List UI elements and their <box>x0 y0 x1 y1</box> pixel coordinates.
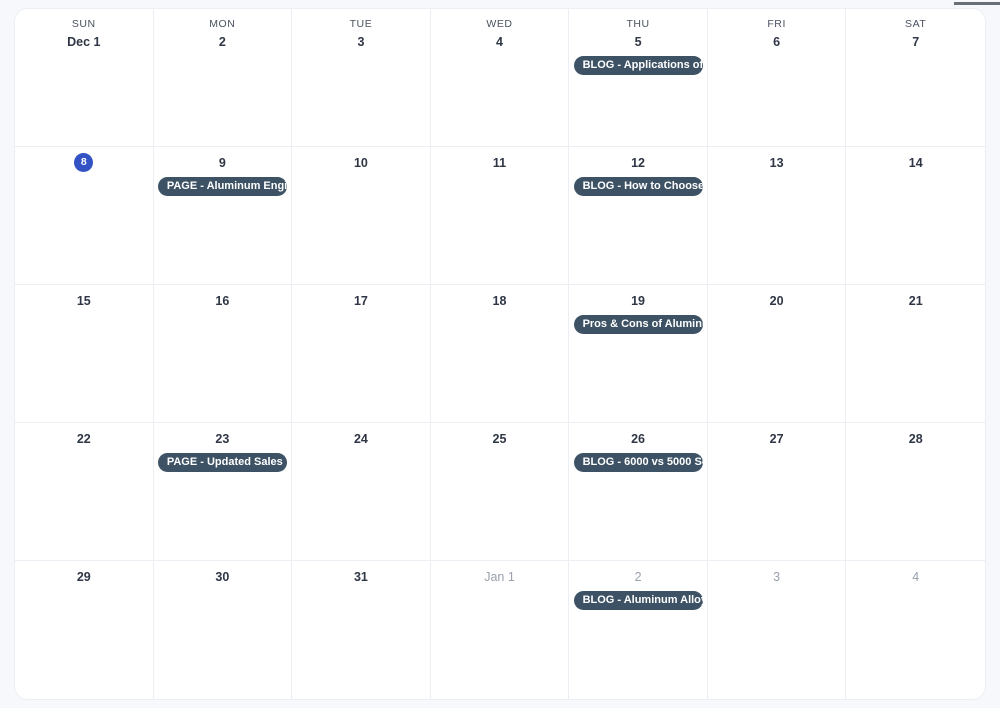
weekday-header: FRI <box>767 18 786 30</box>
day-events: PAGE - Aluminum Engine <box>154 177 292 196</box>
calendar-day-cell[interactable]: 13 <box>707 147 847 285</box>
weekday-header: THU <box>626 18 650 30</box>
day-number: 3 <box>357 35 365 49</box>
day-number: 22 <box>76 432 91 446</box>
calendar-day-cell[interactable]: 22 <box>15 423 154 561</box>
weekday-header: MON <box>209 18 236 30</box>
calendar-day-cell[interactable]: TUE 3 <box>292 9 431 147</box>
day-number: 12 <box>631 156 646 170</box>
day-number: 9 <box>218 156 226 170</box>
day-number: 14 <box>908 156 923 170</box>
day-number: 13 <box>769 156 784 170</box>
calendar-day-cell[interactable]: 2 BLOG - Aluminum Alloy S <box>569 561 708 699</box>
calendar-day-cell[interactable]: 23 PAGE - Updated Sales <box>153 423 293 561</box>
event-badge[interactable]: PAGE - Updated Sales <box>157 453 287 472</box>
weekday-header: WED <box>486 18 513 30</box>
calendar-day-cell[interactable]: 8 <box>15 147 154 285</box>
day-number: 10 <box>353 156 368 170</box>
calendar-day-cell[interactable]: 9 PAGE - Aluminum Engine <box>153 147 293 285</box>
event-badge[interactable]: BLOG - How to Choose t <box>573 177 703 196</box>
calendar-day-cell[interactable]: 14 <box>846 147 985 285</box>
day-number: Jan 1 <box>484 570 515 584</box>
day-number: 4 <box>912 570 920 584</box>
weekday-header: TUE <box>349 18 373 30</box>
day-number-today: 8 <box>15 153 153 172</box>
day-number: 17 <box>353 294 368 308</box>
calendar-day-cell[interactable]: 24 <box>292 423 431 561</box>
day-number: 15 <box>76 294 91 308</box>
day-number: 21 <box>908 294 923 308</box>
calendar-day-cell[interactable]: 25 <box>430 423 570 561</box>
event-badge[interactable]: BLOG - Applications of A <box>573 56 703 75</box>
day-number: 24 <box>353 432 368 446</box>
calendar-day-cell[interactable]: 18 <box>430 285 570 423</box>
day-number: 16 <box>215 294 230 308</box>
month-calendar: SUN Dec 1 MON 2 TUE 3 WED 4 THU 5 BLOG - Applicati… <box>14 8 986 700</box>
calendar-day-cell[interactable]: 10 <box>292 147 431 285</box>
day-number: 11 <box>492 156 507 170</box>
weekday-header: SAT <box>905 18 927 30</box>
day-number: 23 <box>215 432 230 446</box>
event-badge[interactable]: BLOG - Aluminum Alloy S <box>573 591 703 610</box>
day-number: 25 <box>492 432 507 446</box>
day-events: BLOG - Applications of A <box>569 56 707 75</box>
calendar-day-cell[interactable]: 11 <box>430 147 570 285</box>
day-events: BLOG - 6000 vs 5000 Se <box>569 453 707 472</box>
day-number: 7 <box>912 35 920 49</box>
calendar-day-cell[interactable]: 17 <box>292 285 431 423</box>
calendar-grid: SUN Dec 1 MON 2 TUE 3 WED 4 THU 5 BLOG - Applicati… <box>15 9 985 699</box>
calendar-day-cell[interactable]: 27 <box>707 423 847 561</box>
calendar-day-cell[interactable]: THU 5 BLOG - Applications of A <box>569 9 708 147</box>
calendar-day-cell[interactable]: MON 2 <box>153 9 293 147</box>
top-scrollbar-artifact <box>954 2 1000 5</box>
day-events: BLOG - Aluminum Alloy S <box>569 591 707 610</box>
calendar-day-cell[interactable]: 26 BLOG - 6000 vs 5000 Se <box>569 423 708 561</box>
day-number: 2 <box>634 570 642 584</box>
calendar-day-cell[interactable]: 12 BLOG - How to Choose t <box>569 147 708 285</box>
calendar-day-cell[interactable]: 30 <box>153 561 293 699</box>
calendar-day-cell[interactable]: SUN Dec 1 <box>15 9 154 147</box>
calendar-day-cell[interactable]: 3 <box>707 561 847 699</box>
day-number: 26 <box>631 432 646 446</box>
calendar-day-cell[interactable]: 31 <box>292 561 431 699</box>
event-badge[interactable]: BLOG - 6000 vs 5000 Se <box>573 453 703 472</box>
calendar-day-cell[interactable]: 19 Pros & Cons of Aluminum <box>569 285 708 423</box>
day-events: PAGE - Updated Sales <box>154 453 292 472</box>
day-events: Pros & Cons of Aluminum <box>569 315 707 334</box>
day-number: 2 <box>218 35 226 49</box>
calendar-day-cell[interactable]: Jan 1 <box>430 561 570 699</box>
day-number: 3 <box>773 570 781 584</box>
calendar-day-cell[interactable]: SAT 7 <box>846 9 985 147</box>
day-number: 20 <box>769 294 784 308</box>
calendar-day-cell[interactable]: 29 <box>15 561 154 699</box>
weekday-header: SUN <box>71 18 96 30</box>
day-number: 28 <box>908 432 923 446</box>
day-number: 29 <box>76 570 91 584</box>
event-badge[interactable]: PAGE - Aluminum Engine <box>157 177 287 196</box>
calendar-day-cell[interactable]: 16 <box>153 285 293 423</box>
day-number: 5 <box>634 35 642 49</box>
day-number: 30 <box>215 570 230 584</box>
day-number: 31 <box>353 570 368 584</box>
day-number: 18 <box>492 294 507 308</box>
event-badge[interactable]: Pros & Cons of Aluminum <box>573 315 703 334</box>
calendar-day-cell[interactable]: WED 4 <box>430 9 570 147</box>
calendar-day-cell[interactable]: 21 <box>846 285 985 423</box>
calendar-day-cell[interactable]: 4 <box>846 561 985 699</box>
day-number: 4 <box>496 35 503 49</box>
today-indicator[interactable]: 8 <box>74 153 94 172</box>
day-events: BLOG - How to Choose t <box>569 177 707 196</box>
calendar-day-cell[interactable]: FRI 6 <box>707 9 847 147</box>
calendar-day-cell[interactable]: 15 <box>15 285 154 423</box>
calendar-day-cell[interactable]: 28 <box>846 423 985 561</box>
day-number: 19 <box>631 294 646 308</box>
day-number: 27 <box>769 432 784 446</box>
calendar-day-cell[interactable]: 20 <box>707 285 847 423</box>
day-number: 6 <box>773 35 781 49</box>
day-number: Dec 1 <box>67 35 101 49</box>
